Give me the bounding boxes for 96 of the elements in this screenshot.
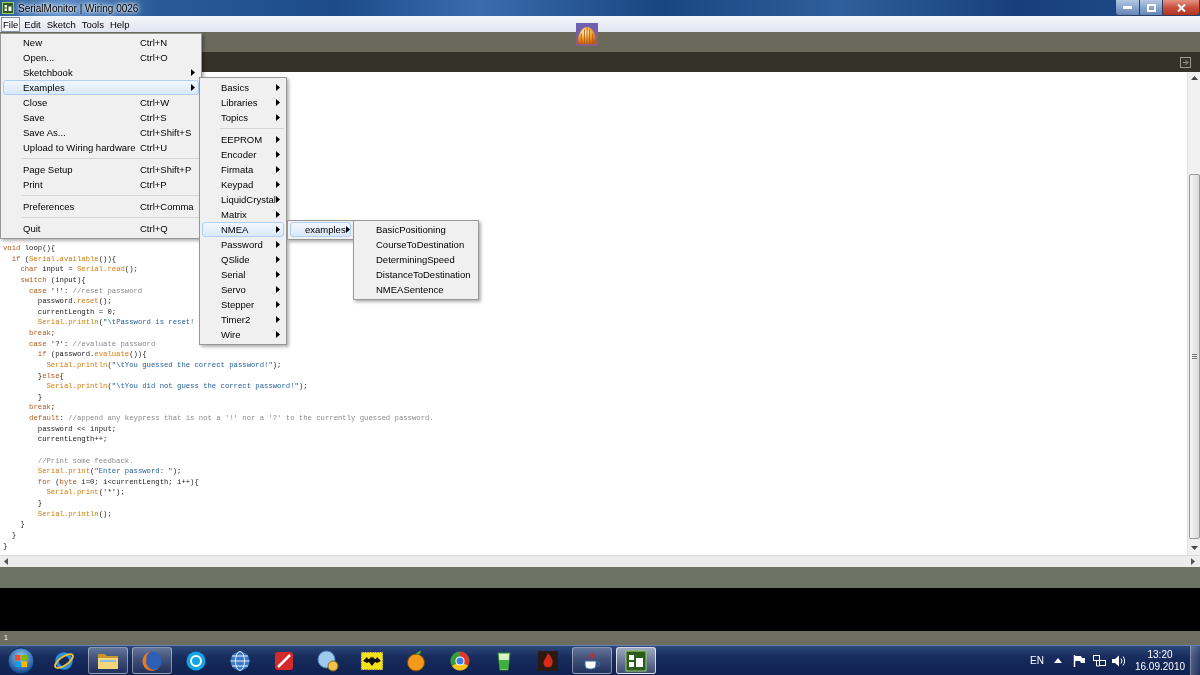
fruit-icon <box>404 648 428 673</box>
submenu-arrow-icon <box>276 226 280 233</box>
menu-item[interactable]: EEPROM <box>202 132 284 147</box>
menu-item[interactable]: Password <box>202 237 284 252</box>
submenu-arrow-icon <box>276 256 280 263</box>
menu-item[interactable]: Libraries <box>202 95 284 110</box>
menu-item[interactable]: Upload to Wiring hardware Ctrl+U <box>3 140 199 155</box>
tile-icon <box>2 2 14 14</box>
menu-item[interactable]: Quit Ctrl+Q <box>3 221 199 236</box>
grid-tile-icon <box>624 648 648 673</box>
drop-tile-icon <box>536 648 560 673</box>
menu-item[interactable]: Topics <box>202 110 284 125</box>
menu-title[interactable]: Edit <box>22 16 43 32</box>
taskbar-button[interactable] <box>88 647 128 674</box>
submenu-arrow-icon <box>276 151 280 158</box>
menu-item[interactable]: Save As... Ctrl+Shift+S <box>3 125 199 140</box>
speaker-icon[interactable] <box>1112 654 1125 667</box>
show-desktop-button[interactable] <box>1190 646 1200 675</box>
menu-item[interactable]: Preferences Ctrl+Comma <box>3 199 199 214</box>
network-icon[interactable] <box>1093 654 1106 667</box>
submenu-arrow-icon <box>345 226 350 233</box>
menu-item[interactable]: CourseToDestination <box>356 237 476 252</box>
flag-icon[interactable] <box>1073 654 1085 667</box>
menu-title[interactable]: Sketch <box>44 16 78 32</box>
menu-item[interactable]: NMEA <box>202 222 284 237</box>
taskbar-button[interactable] <box>616 647 656 674</box>
menu-title[interactable]: File <box>1 16 21 32</box>
submenu-arrow-icon <box>276 301 280 308</box>
menu-item[interactable]: Basics <box>202 80 284 95</box>
caret-up-icon[interactable] <box>1054 658 1062 663</box>
menu-item[interactable]: Encoder <box>202 147 284 162</box>
menu-title[interactable]: Help <box>107 16 132 32</box>
menu-item[interactable]: BasicPositioning <box>356 222 476 237</box>
taskbar-button[interactable] <box>572 647 612 674</box>
menu-item[interactable]: DistanceToDestination <box>356 267 476 282</box>
menu-item[interactable]: Sketchbook <box>3 65 199 80</box>
submenu-arrow-icon <box>276 114 280 121</box>
menu-item[interactable]: Print Ctrl+P <box>3 177 199 192</box>
menu-item[interactable]: Close Ctrl+W <box>3 95 199 110</box>
vertical-scrollbar[interactable] <box>1187 72 1200 555</box>
menu-item[interactable]: Keypad <box>202 177 284 192</box>
submenu-arrow-icon <box>276 136 280 143</box>
menu-item[interactable]: QSlide <box>202 252 284 267</box>
square-arrow-icon[interactable] <box>1180 56 1191 68</box>
menu-item[interactable]: Stepper <box>202 297 284 312</box>
horizontal-scrollbar[interactable] <box>0 555 1200 567</box>
menu-item[interactable]: Open... Ctrl+O <box>3 50 199 65</box>
minimize-icon <box>1123 6 1132 9</box>
close-icon <box>1176 3 1186 12</box>
menu-item[interactable]: Page Setup Ctrl+Shift+P <box>3 162 199 177</box>
submenu-arrow-icon <box>276 181 280 188</box>
menu-item[interactable]: LiquidCrystal <box>202 192 284 207</box>
scroll-up-arrow-icon[interactable] <box>1190 76 1198 80</box>
close-button[interactable] <box>1163 0 1200 16</box>
window-title: SerialMonitor | Wiring 0026 <box>18 2 139 14</box>
scroll-right-arrow-icon[interactable] <box>1191 558 1195 565</box>
maximize-icon <box>1146 3 1156 12</box>
maximize-button[interactable] <box>1140 0 1163 16</box>
menu-item[interactable]: Serial <box>202 267 284 282</box>
menu-item[interactable]: DeterminingSpeed <box>356 252 476 267</box>
menu-item[interactable]: Wire <box>202 327 284 342</box>
menu-item[interactable]: Timer2 <box>202 312 284 327</box>
menu-item[interactable]: Save Ctrl+S <box>3 110 199 125</box>
menu-item[interactable]: Examples <box>3 80 199 95</box>
minimize-button[interactable] <box>1115 0 1140 16</box>
grip-lines-icon <box>1191 354 1197 359</box>
scroll-left-arrow-icon[interactable] <box>4 558 8 565</box>
submenu-arrow-icon <box>276 331 280 338</box>
clock-time[interactable]: 13:20 <box>1147 648 1173 661</box>
submenu-arrow-icon <box>276 166 280 173</box>
menu-item[interactable]: Servo <box>202 282 284 297</box>
clock-date[interactable]: 16.09.2010 <box>1134 660 1186 673</box>
menu-item[interactable]: NMEASentence <box>356 282 476 297</box>
bat-emblem-icon <box>360 648 384 673</box>
circle-badge-icon <box>316 648 340 673</box>
menu-item[interactable]: New Ctrl+N <box>3 35 199 50</box>
submenu-arrow-icon <box>276 84 280 91</box>
scroll-down-arrow-icon[interactable] <box>1190 546 1198 550</box>
dome-logo-icon <box>576 23 598 46</box>
submenu-arrow-icon <box>276 211 280 218</box>
menu-item[interactable]: examples <box>290 222 351 237</box>
submenu-arrow-icon <box>191 84 195 91</box>
submenu-arrow-icon <box>276 271 280 278</box>
menu-item[interactable]: Matrix <box>202 207 284 222</box>
globe-icon <box>228 648 252 673</box>
submenu-arrow-icon <box>276 196 280 203</box>
submenu-arrow-icon <box>191 69 195 76</box>
submenu-arrow-icon <box>276 316 280 323</box>
submenu-arrow-icon <box>276 241 280 248</box>
four-pane-orb-icon <box>7 646 35 675</box>
scrollbar-thumb[interactable] <box>1188 174 1200 539</box>
menu-title[interactable]: Tools <box>79 16 106 32</box>
submenu-arrow-icon <box>276 286 280 293</box>
menu-item[interactable]: Firmata <box>202 162 284 177</box>
language-indicator[interactable]: EN <box>1030 655 1044 666</box>
submenu-arrow-icon <box>276 99 280 106</box>
